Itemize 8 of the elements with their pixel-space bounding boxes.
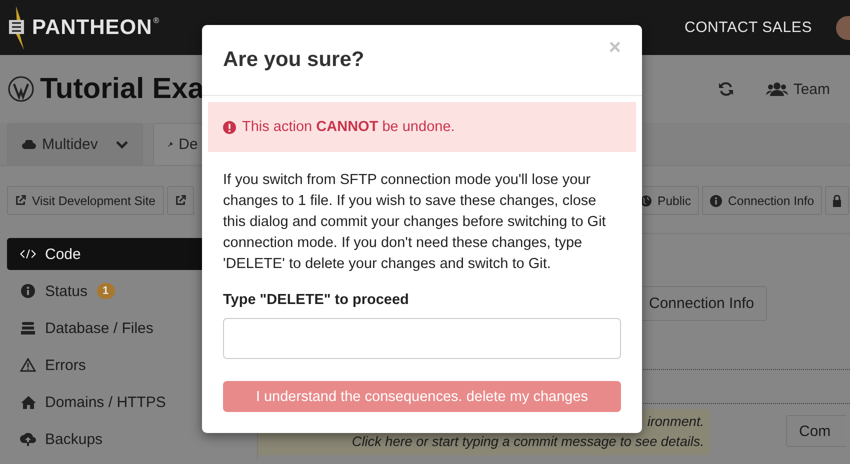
notice-text: ironment. (647, 413, 704, 431)
field-label: Type "DELETE" to proceed (223, 292, 410, 308)
site-title: Tutorial Exa (40, 72, 204, 106)
notice-text: Click here or start typing a commit message to see details. (352, 433, 704, 451)
dialog-message: If you switch from SFTP connection mode you'll lose your changes to 1 file. If you wish to save these changes, close this dialog and commit your changes before switching to Git connection mode. If you don't need these changes, type 'DELETE' to delete your changes and switch to Git. (223, 171, 607, 274)
count-badge: 1 (96, 283, 115, 299)
alert-text: This action CANNOT be undone. (242, 119, 455, 135)
dialog-title: Are you sure? (223, 48, 364, 72)
